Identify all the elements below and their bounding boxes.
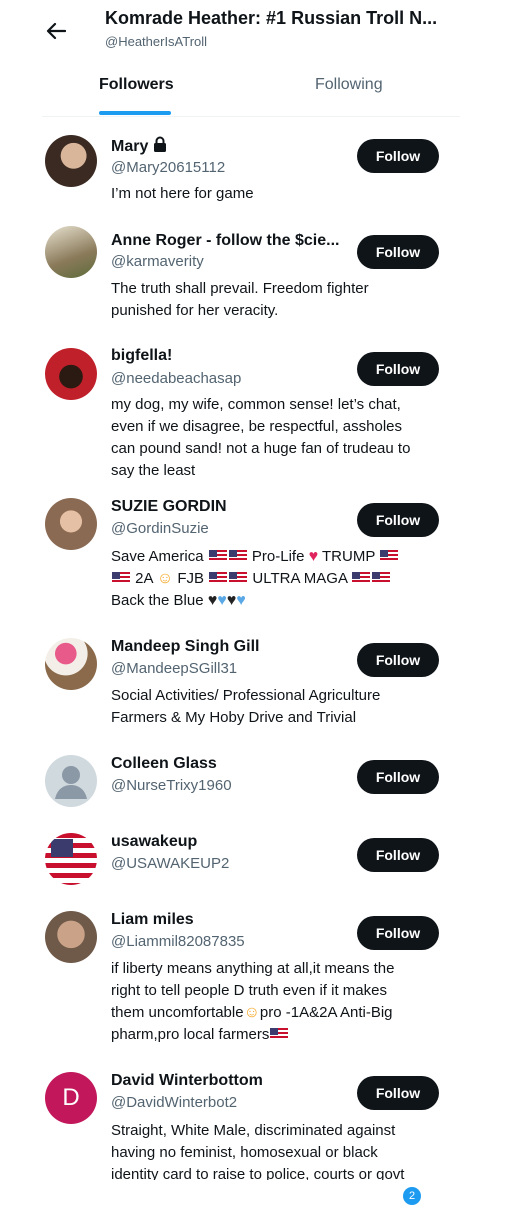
user-name: bigfella! [111,347,173,364]
avatar[interactable]: D [45,1072,97,1124]
red-heart-icon: ♥ [308,548,319,565]
follow-button[interactable]: Follow [357,643,439,677]
list-item[interactable]: Anne Roger - follow the $cie... @karmave… [0,208,518,328]
avatar[interactable] [45,226,97,278]
page-title: Komrade Heather: #1 Russian Troll N... [105,8,438,28]
active-tab-indicator [99,111,171,115]
user-bio: The truth shall prevail. Freedom fighter… [111,280,369,319]
user-name: Colleen Glass [111,755,217,772]
page-subtitle-handle: @HeatherIsATroll [105,34,208,49]
us-flag-icon [112,572,130,584]
user-bio: Save America Pro-Life ♥ TRUMP 2A ☺ FJB U… [111,546,441,612]
user-bio: Social Activities/ Professional Agricult… [111,687,381,726]
user-handle: @NurseTrixy1960 [111,777,232,794]
black-heart-icon: ♥ [226,592,237,609]
us-flag-icon [228,550,247,562]
follow-button[interactable]: Follow [357,838,439,872]
follow-button[interactable]: Follow [357,139,439,173]
default-avatar-icon[interactable] [45,755,97,807]
follow-button[interactable]: Follow [357,352,439,386]
follow-button[interactable]: Follow [357,235,439,269]
list-item[interactable]: Colleen Glass @NurseTrixy1960 Follow [0,745,518,823]
notification-badge[interactable]: 2 [403,1187,421,1205]
user-handle: @GordinSuzie [111,520,209,537]
smiling-face-hearts-icon: ☺ [156,570,174,587]
bottom-navigation-bar [0,1180,518,1200]
list-item[interactable]: Mandeep Singh Gill @MandeepSGill31 Follo… [0,628,518,745]
blue-heart-icon: ♥ [217,592,227,609]
follow-button[interactable]: Follow [357,503,439,537]
tab-following[interactable]: Following [315,76,383,94]
user-bio: I’m not here for game [111,185,254,202]
list-item[interactable]: D David Winterbottom @DavidWinterbot2 Fo… [0,1061,518,1191]
black-heart-icon: ♥ [207,592,218,609]
us-flag-icon [372,572,391,584]
avatar[interactable] [45,348,97,400]
us-flag-icon [352,572,371,584]
user-handle: @Mary20615112 [111,159,226,176]
list-item[interactable]: bigfella! @needabeachasap Follow my dog,… [0,328,518,488]
top-header: Komrade Heather: #1 Russian Troll N... @… [0,0,518,62]
user-name: Mandeep Singh Gill [111,638,260,655]
user-name: David Winterbottom [111,1072,263,1089]
user-handle: @DavidWinterbot2 [111,1094,238,1111]
list-item[interactable]: SUZIE GORDIN @GordinSuzie Follow Save Am… [0,488,518,628]
user-bio: if liberty means anything at all,it mean… [111,960,395,1043]
avatar[interactable] [45,638,97,690]
list-item[interactable]: usawakeup @USAWAKEUP2 Follow [0,823,518,901]
list-item[interactable]: Mary @Mary20615112 Follow I’m not here f… [0,118,518,208]
followers-list: Mary @Mary20615112 Follow I’m not here f… [0,118,518,1191]
us-flag-icon [270,1028,289,1040]
us-flag-icon [229,572,248,584]
user-name: usawakeup [111,833,198,850]
avatar[interactable] [45,135,97,187]
user-handle: @needabeachasap [111,370,242,387]
follow-button[interactable]: Follow [357,916,439,950]
user-handle: @USAWAKEUP2 [111,855,230,872]
avatar[interactable] [45,833,97,885]
user-bio: Straight, White Male, discriminated agai… [111,1122,405,1183]
user-handle: @Liammil82087835 [111,933,245,950]
avatar[interactable] [45,911,97,963]
lock-icon [154,136,167,152]
user-handle: @MandeepSGill31 [111,660,238,677]
blue-heart-icon: ♥ [236,592,246,609]
user-handle: @karmaverity [111,253,204,270]
back-button[interactable] [40,16,72,44]
user-name: Anne Roger - follow the $cie... [111,232,340,249]
follow-button[interactable]: Follow [357,760,439,794]
user-name: Mary [111,136,168,156]
tab-followers[interactable]: Followers [99,76,174,94]
us-flag-icon [208,550,227,562]
us-flag-icon [209,572,228,584]
user-name: Liam miles [111,911,194,928]
back-arrow-icon [46,22,66,40]
user-name: SUZIE GORDIN [111,498,227,515]
list-item[interactable]: Liam miles @Liammil82087835 Follow if li… [0,901,518,1061]
relieved-face-icon: ☺ [243,1004,260,1021]
avatar[interactable] [45,498,97,550]
tab-bar: Followers Following [42,64,460,117]
us-flag-icon [380,550,399,562]
follow-button[interactable]: Follow [357,1076,439,1110]
user-bio: my dog, my wife, common sense! let’s cha… [111,396,411,479]
